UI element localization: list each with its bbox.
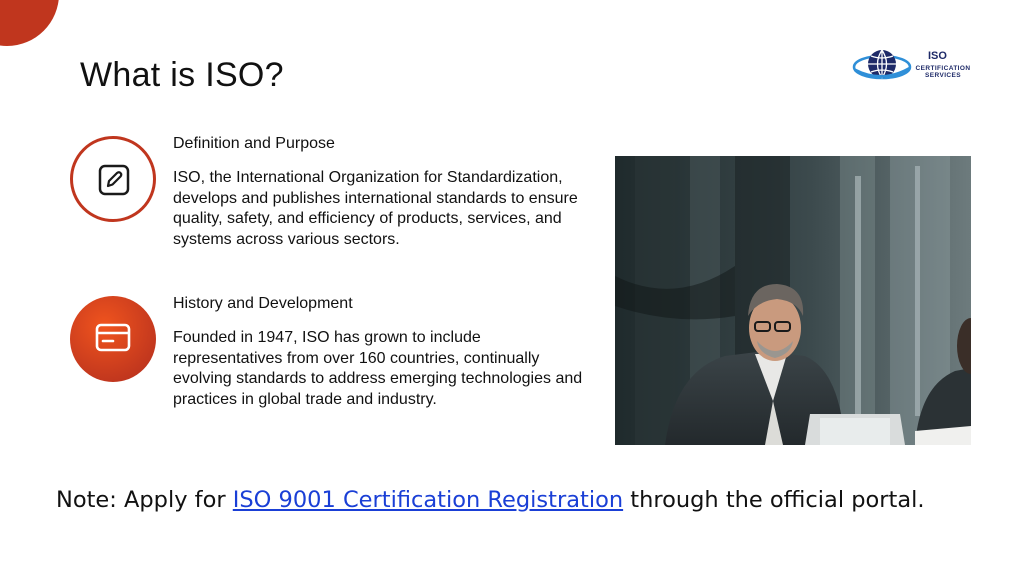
note-text: Note: Apply for ISO 9001 Certification R… <box>56 487 925 513</box>
edit-icon <box>98 164 130 196</box>
company-logo: ISO CERTIFICATION SERVICES <box>852 46 982 88</box>
history-icon-badge <box>70 296 156 382</box>
card-icon <box>95 323 131 352</box>
business-meeting-photo <box>615 156 971 445</box>
definition-body: ISO, the International Organization for … <box>173 169 578 249</box>
logo-title: ISO <box>928 50 947 62</box>
definition-icon-badge <box>70 136 156 222</box>
note-suffix: through the official portal. <box>623 487 925 513</box>
page-title: What is ISO? <box>80 56 284 94</box>
note-prefix: Note: Apply for <box>56 487 233 513</box>
history-body: Founded in 1947, ISO has grown to includ… <box>173 329 583 409</box>
history-heading: History and Development <box>173 295 353 312</box>
iso-registration-link[interactable]: ISO 9001 Certification Registration <box>233 487 623 513</box>
logo-subtitle: CERTIFICATION SERVICES <box>915 65 971 79</box>
corner-decoration <box>0 0 59 46</box>
definition-heading: Definition and Purpose <box>173 135 335 152</box>
